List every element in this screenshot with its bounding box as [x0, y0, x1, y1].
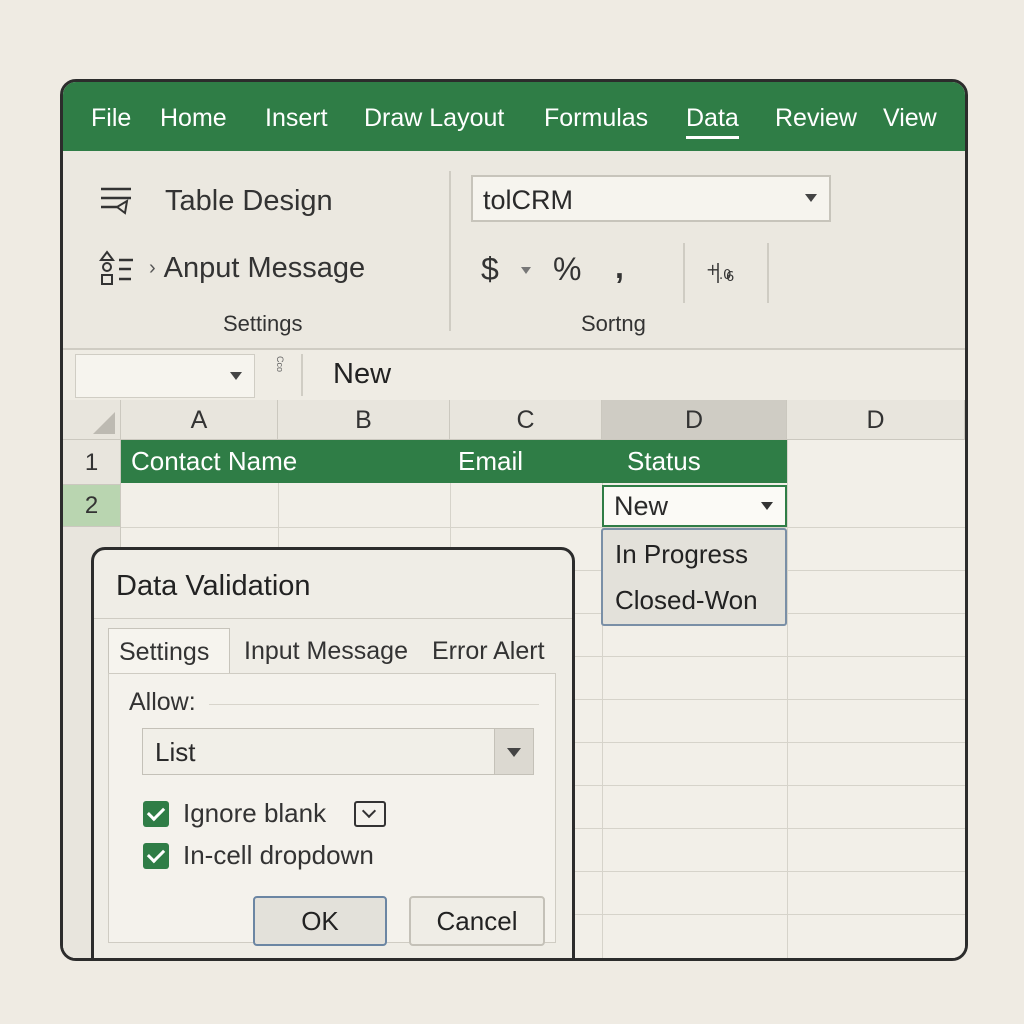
table-design-icon	[101, 187, 131, 215]
dialog-title: Data Validation	[116, 570, 311, 602]
svg-text:6: 6	[726, 270, 734, 285]
allow-select-value: List	[155, 737, 196, 767]
ribbon-separator-2	[683, 243, 685, 303]
tab-error-alert[interactable]: Error Alert	[432, 628, 545, 674]
cancel-button[interactable]: Cancel	[409, 896, 545, 946]
menu-review[interactable]: Review	[775, 104, 857, 133]
settings-group-label: Settings	[223, 311, 303, 336]
menu-file[interactable]: File	[91, 104, 131, 133]
sort-group-label: Sortng	[581, 311, 646, 336]
menu-data[interactable]: Data	[686, 104, 739, 139]
status-cell-value: New	[614, 491, 669, 521]
formula-bar: Cco New	[63, 350, 965, 402]
select-all-icon	[93, 412, 115, 434]
ignore-blank-label: Ignore blank	[183, 798, 327, 828]
in-cell-dropdown-checkbox[interactable]	[143, 842, 169, 869]
chevron-down-icon	[805, 194, 817, 202]
menu-insert[interactable]: Insert	[265, 104, 328, 133]
ignore-blank-checkbox[interactable]	[143, 800, 169, 827]
column-header-d[interactable]: D	[602, 400, 787, 440]
header-status[interactable]: Status	[602, 440, 787, 483]
fx-label: Cco	[275, 356, 285, 373]
allow-label: Allow:	[129, 688, 196, 716]
comma-format-button[interactable]: ,	[615, 249, 624, 286]
increase-decimal-icon[interactable]: + .0 6	[706, 257, 746, 287]
menu-bar: File Home Insert Draw Layout Formulas Da…	[63, 82, 965, 151]
row-header-1[interactable]: 1	[63, 440, 121, 485]
formula-separator	[301, 354, 303, 396]
in-cell-dropdown-label: In-cell dropdown	[183, 840, 374, 870]
column-header-b[interactable]: B	[278, 400, 450, 440]
menu-formulas[interactable]: Formulas	[544, 104, 648, 133]
gridline	[121, 527, 965, 528]
ignore-blank-row: Ignore blank	[143, 798, 387, 829]
menu-home[interactable]: Home	[160, 104, 227, 133]
in-cell-dropdown-row: In-cell dropdown	[143, 840, 374, 871]
list-shapes-icon	[99, 250, 133, 285]
allow-divider	[209, 704, 539, 705]
percent-format-button[interactable]: %	[553, 251, 581, 288]
menu-draw-layout[interactable]: Draw Layout	[364, 104, 504, 133]
data-validation-dialog: Data Validation Settings Input Message E…	[91, 547, 575, 958]
ribbon: Table Design › Anput Message Settings to…	[63, 151, 965, 350]
chevron-right-icon: ›	[149, 256, 156, 279]
ribbon-separator	[449, 171, 451, 331]
name-box[interactable]	[75, 354, 255, 398]
header-contact-name[interactable]: Contact Name	[121, 440, 450, 483]
allow-select[interactable]: List	[142, 728, 534, 775]
chevron-down-icon[interactable]	[494, 729, 533, 774]
settings-panel: Allow: List Ignore blank In-cell dropdow…	[108, 673, 556, 946]
table-design-button[interactable]: Table Design	[97, 181, 333, 221]
menu-view[interactable]: View	[883, 104, 937, 133]
status-cell-d2[interactable]: New	[602, 485, 787, 527]
column-header-e[interactable]: D	[787, 400, 965, 440]
dialog-divider	[94, 618, 572, 619]
currency-format-button[interactable]: $	[481, 251, 499, 288]
dropdown-option-closed-won[interactable]: Closed-Won	[603, 576, 785, 622]
ribbon-separator-3	[767, 243, 769, 303]
chevron-down-icon[interactable]	[354, 800, 387, 827]
select-all-corner[interactable]	[63, 400, 121, 440]
header-email[interactable]: Email	[450, 440, 602, 483]
table-design-label: Table Design	[165, 184, 333, 217]
chevron-down-icon[interactable]	[761, 502, 773, 510]
dropdown-option-in-progress[interactable]: In Progress	[603, 530, 785, 576]
status-dropdown-list: In Progress Closed-Won	[601, 528, 787, 626]
formula-input[interactable]: New	[333, 358, 391, 391]
input-message-button[interactable]: › Anput Message	[97, 248, 365, 288]
chevron-down-icon	[230, 372, 242, 380]
tab-input-message[interactable]: Input Message	[244, 628, 408, 674]
column-header-a[interactable]: A	[121, 400, 278, 440]
gridline	[787, 440, 788, 958]
input-message-label: Anput Message	[163, 251, 366, 284]
style-combo[interactable]: tolCRM	[471, 175, 831, 222]
column-header-c[interactable]: C	[450, 400, 602, 440]
currency-dropdown-icon[interactable]	[521, 267, 531, 274]
tab-settings[interactable]: Settings	[108, 628, 230, 674]
row-header-2[interactable]: 2	[63, 485, 121, 527]
spreadsheet-window: File Home Insert Draw Layout Formulas Da…	[60, 79, 968, 961]
style-combo-value: tolCRM	[483, 185, 574, 215]
ok-button[interactable]: OK	[253, 896, 387, 946]
